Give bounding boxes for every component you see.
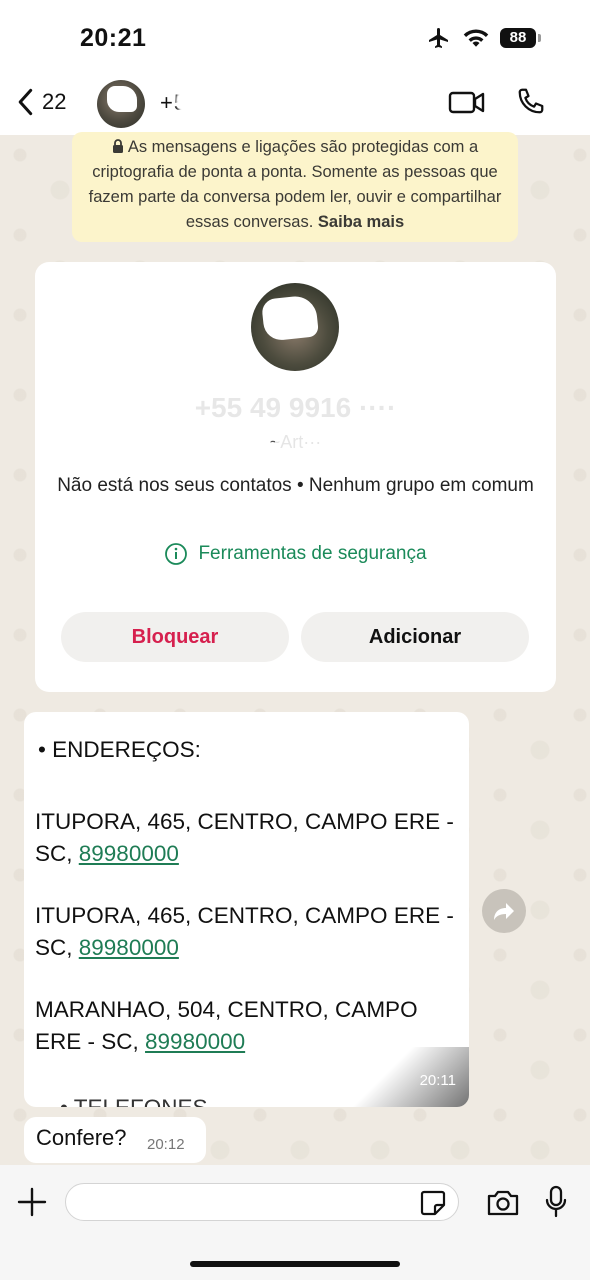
contact-avatar[interactable] — [97, 80, 145, 128]
camera-button[interactable] — [486, 1189, 520, 1222]
message-input[interactable] — [65, 1183, 459, 1221]
attach-button[interactable] — [17, 1187, 47, 1222]
status-bar: 20:21 88 — [0, 0, 590, 80]
back-button[interactable]: 22 — [16, 88, 66, 116]
add-contact-button[interactable]: Adicionar — [301, 612, 529, 662]
address-line: ITUPORA, 465, CENTRO, CAMPO ERE - SC, 89… — [35, 809, 454, 866]
encryption-notice[interactable]: As mensagens e ligações são protegidas c… — [72, 132, 518, 242]
redaction-mark — [275, 428, 395, 452]
status-time: 20:21 — [80, 24, 147, 52]
wifi-icon — [463, 29, 489, 47]
message-time: 20:12 — [147, 1136, 185, 1153]
video-call-button[interactable] — [448, 88, 486, 121]
cep-link[interactable]: 89980000 — [145, 1029, 245, 1054]
microphone-button[interactable] — [544, 1185, 568, 1224]
forward-button[interactable] — [482, 889, 526, 933]
voice-call-button[interactable] — [516, 86, 546, 121]
safety-tools-label: Ferramentas de segurança — [198, 543, 427, 564]
message-time: 20:11 — [419, 1072, 456, 1089]
plus-icon — [17, 1187, 47, 1217]
cep-link[interactable]: 89980000 — [79, 935, 179, 960]
sticker-button[interactable] — [420, 1190, 446, 1221]
camera-icon — [487, 1190, 519, 1216]
encryption-text: As mensagens e ligações são protegidas c… — [88, 138, 502, 231]
chat-header: 22 +5 ··· 2110 — [0, 80, 590, 135]
sticker-icon — [420, 1190, 446, 1216]
microphone-icon — [545, 1185, 567, 1218]
message-bubble[interactable]: • ENDEREÇOS: ITUPORA, 465, CENTRO, CAMPO… — [24, 712, 469, 1107]
block-button[interactable]: Bloquear — [61, 612, 289, 662]
chevron-left-icon — [18, 88, 33, 116]
lock-icon — [112, 139, 123, 153]
safety-tools-link[interactable]: Ferramentas de segurança — [35, 542, 556, 566]
cep-link[interactable]: 89980000 — [79, 841, 179, 866]
learn-more-link[interactable]: Saiba mais — [318, 213, 404, 231]
message-heading: • ENDEREÇOS: — [38, 737, 201, 762]
info-icon — [165, 543, 188, 565]
message-composer — [0, 1165, 590, 1280]
home-indicator — [190, 1261, 400, 1267]
contact-status-text: Não está nos seus contatos • Nenhum grup… — [57, 475, 534, 496]
truncated-text: • TELEFONES — [60, 1092, 208, 1107]
contact-info-card: +55 49 9916 ···· ~Art··· Não está nos se… — [35, 262, 556, 692]
contact-avatar-large[interactable] — [251, 283, 339, 371]
airplane-icon — [429, 28, 448, 48]
battery-icon: 88 — [500, 28, 541, 48]
message-bubble[interactable]: Confere? 20:12 — [24, 1117, 206, 1163]
video-camera-icon — [448, 91, 485, 114]
status-icons: 88 — [426, 26, 541, 50]
address-line: ITUPORA, 465, CENTRO, CAMPO ERE - SC, 89… — [35, 903, 454, 960]
message-text: Confere? — [36, 1125, 127, 1150]
forward-arrow-icon — [494, 903, 514, 920]
unread-count: 22 — [42, 89, 67, 114]
phone-icon — [518, 88, 544, 114]
redaction-mark — [176, 88, 376, 114]
redaction-mark — [165, 390, 435, 424]
